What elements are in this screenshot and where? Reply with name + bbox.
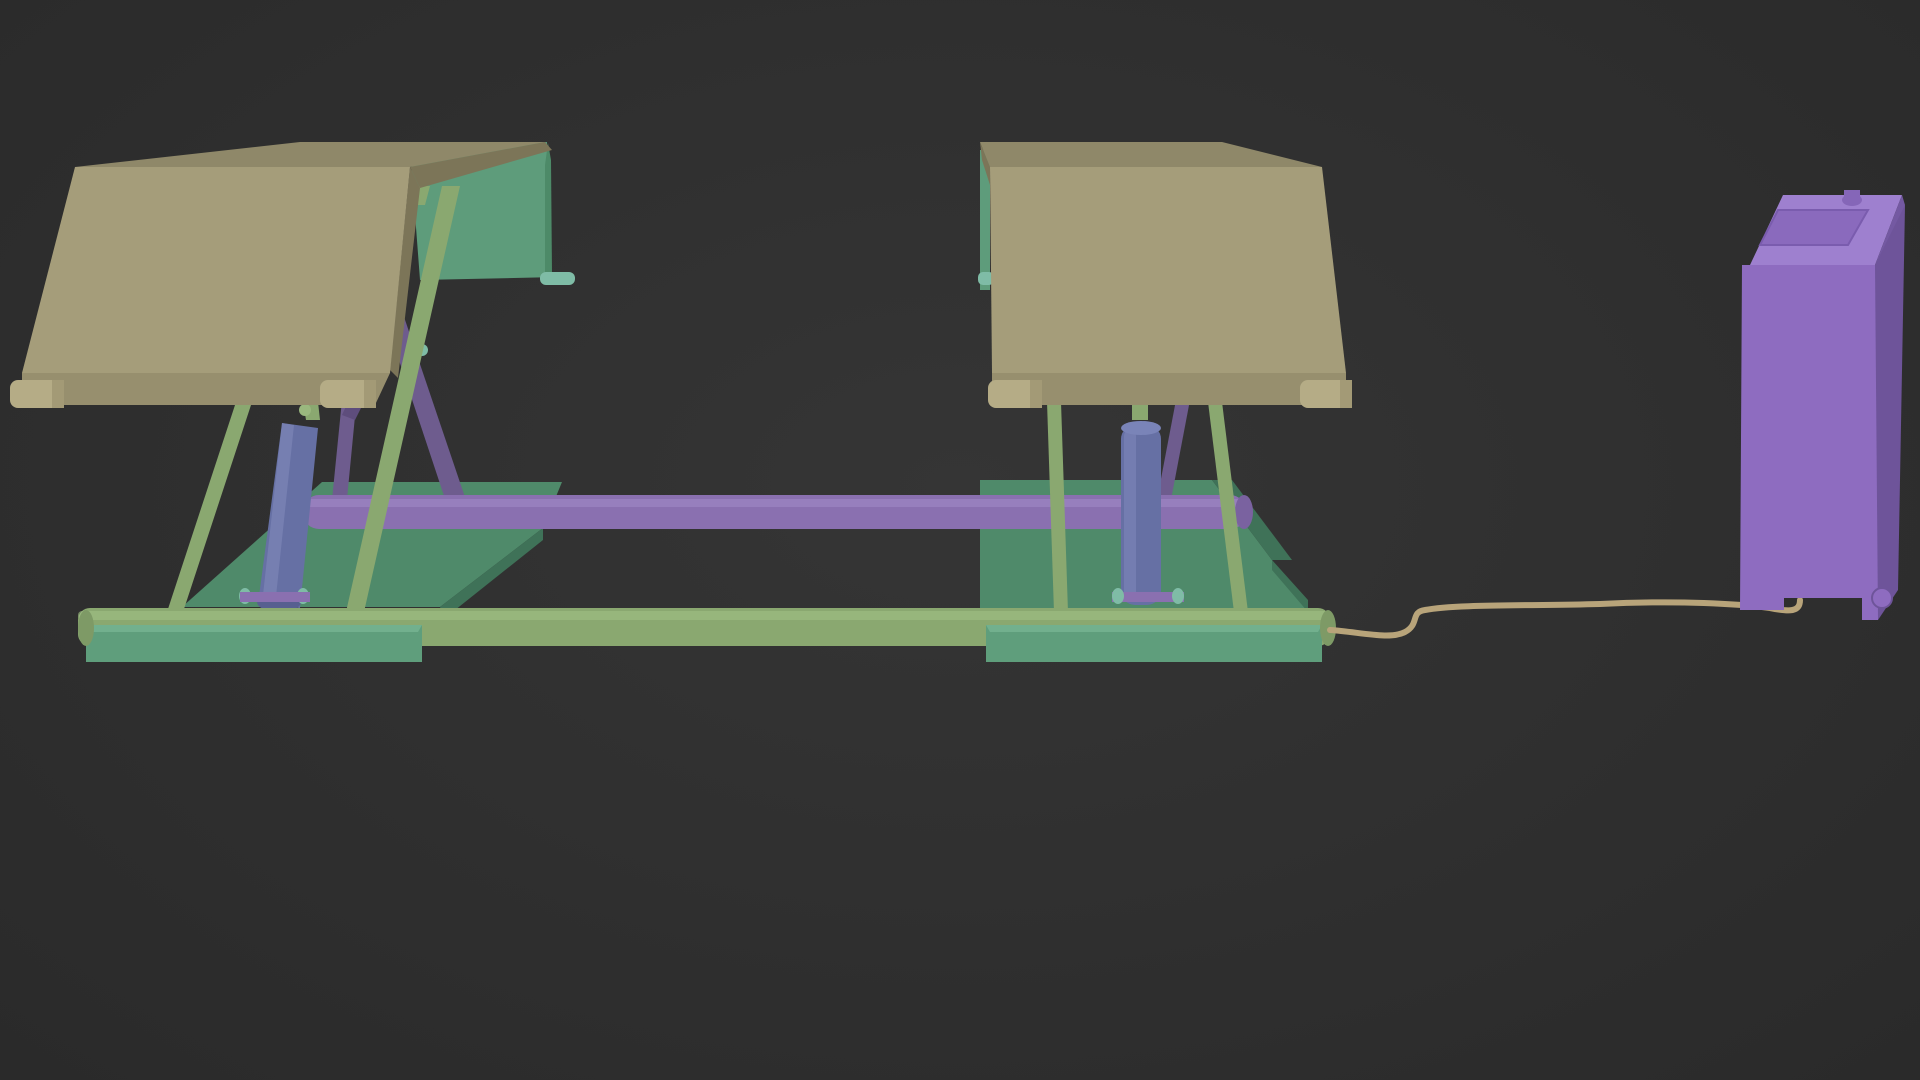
car-lift-model[interactable]: [0, 0, 1920, 1080]
right-platform: [980, 142, 1352, 408]
cross-bar: [303, 495, 1253, 529]
3d-viewport[interactable]: [0, 0, 1920, 1080]
control-unit: [1740, 190, 1905, 620]
hydraulic-hose: [1327, 597, 1803, 639]
front-base-frame: [78, 608, 1336, 662]
